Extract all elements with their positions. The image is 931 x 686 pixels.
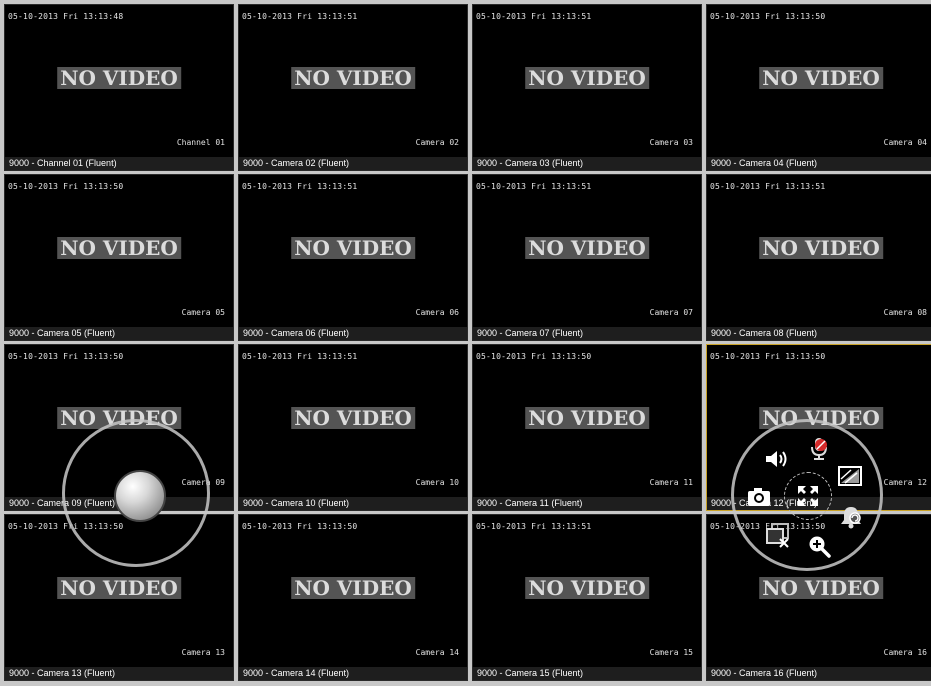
camera-tile[interactable]: 05-10-2013 Fri 13:13:51 NO VIDEO Camera 07… [472, 174, 702, 341]
camera-osd-name: Camera 08 [883, 308, 927, 317]
zoom-in-icon[interactable] [806, 533, 832, 559]
timestamp-overlay: 05-10-2013 Fri 13:13:50 [476, 352, 592, 361]
no-video-label: NO VIDEO [525, 407, 649, 429]
timestamp-overlay: 05-10-2013 Fri 13:13:50 [710, 12, 826, 21]
camera-osd-name: Camera 12 [883, 478, 927, 487]
camera-tile[interactable]: 05-10-2013 Fri 13:13:51 NO VIDEO Camera 03… [472, 4, 702, 171]
camera-osd-name: Camera 13 [181, 648, 225, 657]
channel-status-label: 9000 - Camera 03 (Fluent) [473, 157, 701, 170]
no-video-label: NO VIDEO [291, 237, 415, 259]
channel-status-label: 9000 - Camera 08 (Fluent) [707, 327, 931, 340]
timestamp-overlay: 05-10-2013 Fri 13:13:50 [8, 182, 124, 191]
camera-osd-name: Camera 02 [415, 138, 459, 147]
camera-osd-name: Camera 10 [415, 478, 459, 487]
mic-muted-icon[interactable] [806, 436, 832, 462]
camera-osd-name: Camera 03 [649, 138, 693, 147]
camera-grid: 05-10-2013 Fri 13:13:48 NO VIDEO Channel 0… [4, 4, 931, 684]
channel-status-label: 9000 - Camera 11 (Fluent) [473, 497, 701, 510]
camera-tile[interactable]: 05-10-2013 Fri 13:13:51 NO VIDEO Camera 06… [238, 174, 468, 341]
channel-status-label: 9000 - Camera 14 (Fluent) [239, 667, 467, 680]
camera-osd-name: Channel 01 [176, 138, 225, 147]
channel-status-label: 9000 - Channel 01 (Fluent) [5, 157, 233, 170]
no-video-label: NO VIDEO [759, 67, 883, 89]
no-video-label: NO VIDEO [291, 577, 415, 599]
channel-status-label: 9000 - Camera 04 (Fluent) [707, 157, 931, 170]
timestamp-overlay: 05-10-2013 Fri 13:13:50 [710, 352, 826, 361]
camera-snapshot-icon[interactable] [746, 484, 772, 510]
camera-osd-name: Camera 04 [883, 138, 927, 147]
camera-osd-name: Camera 14 [415, 648, 459, 657]
camera-osd-name: Camera 15 [649, 648, 693, 657]
camera-tile[interactable]: 05-10-2013 Fri 13:13:50 NO VIDEO Camera 14… [238, 514, 468, 681]
close-window-icon[interactable] [765, 522, 791, 548]
timestamp-overlay: 05-10-2013 Fri 13:13:50 [8, 352, 124, 361]
camera-tile[interactable]: 05-10-2013 Fri 13:13:51 NO VIDEO Camera 10… [238, 344, 468, 511]
timestamp-overlay: 05-10-2013 Fri 13:13:51 [710, 182, 826, 191]
no-video-label: NO VIDEO [525, 577, 649, 599]
timestamp-overlay: 05-10-2013 Fri 13:13:51 [476, 522, 592, 531]
camera-tile[interactable]: 05-10-2013 Fri 13:13:48 NO VIDEO Channel 0… [4, 4, 234, 171]
camera-osd-name: Camera 05 [181, 308, 225, 317]
channel-status-label: 9000 - Camera 15 (Fluent) [473, 667, 701, 680]
no-video-label: NO VIDEO [525, 237, 649, 259]
no-video-label: NO VIDEO [57, 577, 181, 599]
no-video-label: NO VIDEO [57, 237, 181, 259]
channel-status-label: 9000 - Camera 07 (Fluent) [473, 327, 701, 340]
channel-status-label: 9000 - Camera 02 (Fluent) [239, 157, 467, 170]
ptz-joystick-icon[interactable] [114, 470, 166, 522]
no-video-label: NO VIDEO [291, 407, 415, 429]
no-video-label: NO VIDEO [291, 67, 415, 89]
channel-status-label: 9000 - Camera 10 (Fluent) [239, 497, 467, 510]
no-video-label: NO VIDEO [525, 67, 649, 89]
timestamp-overlay: 05-10-2013 Fri 13:13:51 [476, 182, 592, 191]
camera-tile[interactable]: 05-10-2013 Fri 13:13:51 NO VIDEO Camera 02… [238, 4, 468, 171]
camera-tile[interactable]: 05-10-2013 Fri 13:13:51 NO VIDEO Camera 15… [472, 514, 702, 681]
image-adjust-icon[interactable] [837, 463, 863, 489]
camera-osd-name: Camera 06 [415, 308, 459, 317]
no-video-label: NO VIDEO [759, 577, 883, 599]
channel-status-label: 9000 - Camera 06 (Fluent) [239, 327, 467, 340]
timestamp-overlay: 05-10-2013 Fri 13:13:51 [242, 352, 358, 361]
camera-osd-name: Camera 11 [649, 478, 693, 487]
timestamp-overlay: 05-10-2013 Fri 13:13:51 [242, 12, 358, 21]
camera-tile[interactable]: 05-10-2013 Fri 13:13:51 NO VIDEO Camera 08… [706, 174, 931, 341]
timestamp-overlay: 05-10-2013 Fri 13:13:51 [242, 182, 358, 191]
timestamp-overlay: 05-10-2013 Fri 13:13:48 [8, 12, 124, 21]
speaker-icon[interactable] [764, 446, 790, 472]
exit-fullscreen-icon[interactable] [784, 472, 832, 520]
channel-status-label: 9000 - Camera 05 (Fluent) [5, 327, 233, 340]
channel-status-label: 9000 - Camera 13 (Fluent) [5, 667, 233, 680]
camera-osd-name: Camera 16 [883, 648, 927, 657]
no-video-label: NO VIDEO [57, 67, 181, 89]
camera-osd-name: Camera 07 [649, 308, 693, 317]
camera-tile[interactable]: 05-10-2013 Fri 13:13:50 NO VIDEO Camera 11… [472, 344, 702, 511]
timestamp-overlay: 05-10-2013 Fri 13:13:50 [242, 522, 358, 531]
camera-tile[interactable]: 05-10-2013 Fri 13:13:50 NO VIDEO Camera 05… [4, 174, 234, 341]
timestamp-overlay: 05-10-2013 Fri 13:13:51 [476, 12, 592, 21]
channel-status-label: 9000 - Camera 16 (Fluent) [707, 667, 931, 680]
camera-tile[interactable]: 05-10-2013 Fri 13:13:50 NO VIDEO Camera 04… [706, 4, 931, 171]
no-video-label: NO VIDEO [759, 237, 883, 259]
alarm-bell-icon[interactable] [838, 504, 864, 530]
